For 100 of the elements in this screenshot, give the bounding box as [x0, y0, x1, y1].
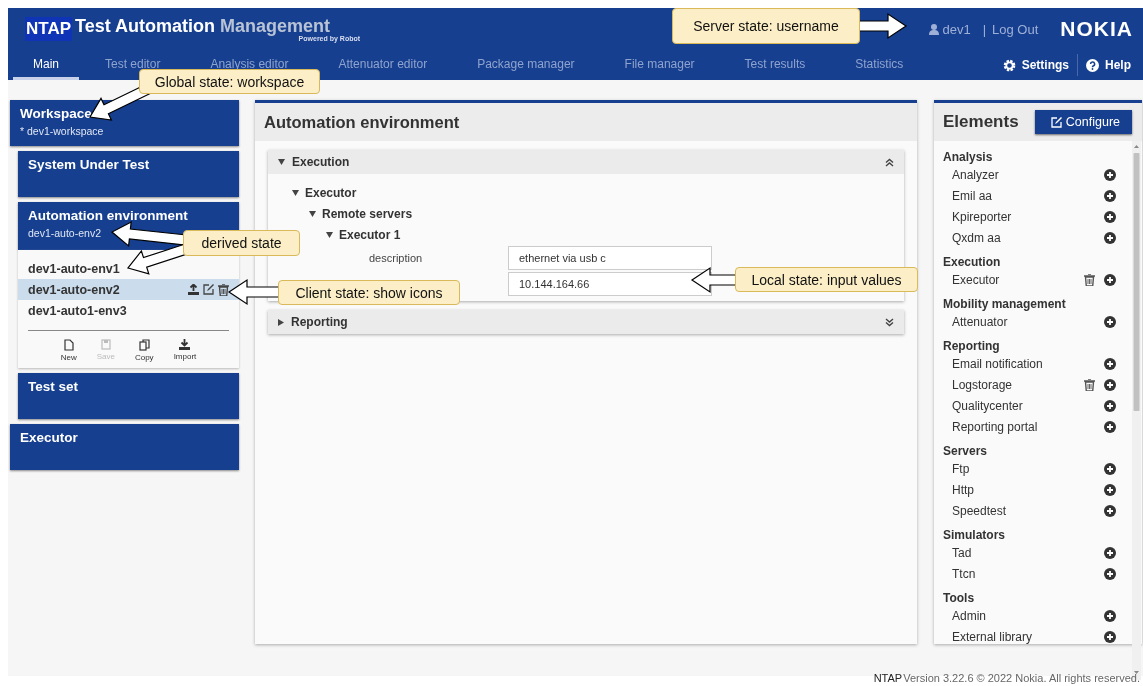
plus-circle-icon — [1104, 315, 1116, 328]
expand-icon — [885, 317, 894, 327]
list-item[interactable]: dev1-auto1-env3 — [18, 300, 239, 321]
arrow-tooltip — [857, 12, 908, 40]
element-item[interactable]: Ttcn — [952, 566, 976, 581]
nav-tab[interactable]: File manager — [598, 50, 719, 80]
field-label: description — [369, 252, 424, 264]
nav-tab[interactable]: Package manager — [451, 50, 599, 80]
tree-node[interactable]: Remote servers — [309, 203, 904, 224]
element-item[interactable]: External library — [952, 629, 1033, 644]
section-header[interactable]: Reporting — [268, 310, 904, 334]
plus-circle-icon — [1104, 378, 1116, 391]
separator: | — [982, 21, 987, 37]
element-item[interactable]: Executor — [952, 272, 1000, 287]
annotation-tooltip: Global state: workspace — [139, 69, 320, 94]
app-title: Test Automation — [75, 16, 215, 37]
element-item[interactable]: Tad — [952, 545, 972, 560]
caret-down-icon — [309, 210, 316, 217]
plus-circle-icon — [1104, 399, 1116, 412]
caret-down-icon — [292, 189, 299, 196]
section-card[interactable]: Executor — [10, 424, 239, 470]
trash-icon — [218, 283, 229, 296]
element-item[interactable]: Logstorage — [952, 377, 1013, 392]
toolbar-button[interactable]: New — [60, 339, 77, 362]
plus-circle-icon — [1104, 462, 1116, 475]
brand-logo: NOKIA — [1060, 17, 1133, 41]
group-heading: Analysis — [943, 150, 993, 164]
plus-circle-icon — [1104, 483, 1116, 496]
logo: NTAP — [25, 17, 72, 41]
section-card[interactable]: Workspace * dev1-workspace — [10, 100, 239, 146]
group-heading: Tools — [943, 591, 975, 605]
plus-circle-icon — [1104, 546, 1116, 559]
plus-circle-icon — [1104, 504, 1116, 517]
group-heading: Mobility management — [943, 297, 1066, 311]
group-heading: Reporting — [943, 339, 1000, 353]
element-item[interactable]: Admin — [952, 608, 986, 623]
plus-circle-icon — [1104, 420, 1116, 433]
plus-circle-icon — [1104, 168, 1116, 181]
list-item[interactable]: dev1-auto-env2 — [18, 279, 239, 300]
arrow-tooltip — [690, 266, 738, 294]
section-card[interactable]: Test set — [18, 373, 239, 419]
download-icon — [179, 339, 191, 350]
configure-button[interactable]: Configure — [1034, 110, 1132, 134]
element-item[interactable]: Kpireporter — [952, 209, 1012, 224]
tree-node[interactable]: Executor 1 — [326, 224, 904, 245]
caret-right-icon — [278, 318, 284, 326]
nav-link[interactable]: Settings — [994, 50, 1077, 80]
annotation-tooltip: Local state: input values — [735, 267, 918, 292]
plus-circle-icon — [1104, 609, 1116, 622]
group-heading: Execution — [943, 255, 1001, 269]
element-item[interactable]: Reporting portal — [952, 419, 1038, 434]
toolbar-button[interactable]: Import — [173, 339, 197, 362]
element-item[interactable]: Qxdm aa — [952, 230, 1001, 245]
footer-text: Version 3.22.6 © 2022 Nokia. All rights reserved. — [903, 672, 1140, 684]
edit-icon — [203, 283, 214, 295]
nav-tab[interactable]: Statistics — [829, 50, 928, 80]
annotation-tooltip: derived state — [183, 230, 300, 256]
caret-down-icon — [278, 159, 285, 165]
input-field[interactable]: ethernet via usb c — [508, 246, 712, 270]
settings-icon — [1002, 58, 1016, 72]
plus-circle-icon — [1104, 273, 1116, 286]
list-item[interactable]: dev1-auto-env1 — [18, 258, 239, 279]
section-card[interactable]: System Under Test — [18, 151, 239, 197]
tree-node[interactable]: Executor — [292, 182, 904, 203]
nav-tab[interactable]: Test results — [718, 50, 830, 80]
toolbar-button[interactable]: Copy — [134, 339, 154, 362]
help-icon — [1086, 58, 1099, 72]
logout-link[interactable]: Log Out — [992, 21, 1039, 37]
nav-link[interactable]: Help — [1077, 54, 1139, 76]
edit-icon — [1050, 116, 1062, 128]
group-heading: Servers — [943, 444, 988, 458]
element-item[interactable]: Ftp — [952, 461, 970, 476]
user-link[interactable]: dev1 — [929, 21, 971, 37]
panel-title: Elements — [943, 112, 1019, 132]
input-field[interactable]: 10.144.164.66 — [508, 272, 712, 296]
footer-brand: NTAP — [873, 672, 903, 684]
upload-icon — [188, 283, 199, 295]
element-item[interactable]: Speedtest — [952, 503, 1007, 518]
element-item[interactable]: Http — [952, 482, 974, 497]
panel-title: Automation environment — [264, 112, 460, 132]
plus-circle-icon — [1104, 189, 1116, 202]
plus-circle-icon — [1104, 567, 1116, 580]
element-item[interactable]: Emil aa — [952, 188, 992, 203]
user-icon — [929, 23, 940, 35]
element-item[interactable]: Email notification — [952, 356, 1043, 371]
element-item[interactable]: Qualitycenter — [952, 398, 1023, 413]
section-header[interactable]: Execution — [268, 150, 904, 174]
annotation-tooltip: Client state: show icons — [278, 280, 460, 305]
plus-circle-icon — [1104, 231, 1116, 244]
element-item[interactable]: Analyzer — [952, 167, 999, 182]
plus-circle-icon — [1104, 357, 1116, 370]
group-heading: Simulators — [943, 528, 1005, 542]
element-item[interactable]: Attenuator — [952, 314, 1008, 329]
file-icon — [63, 339, 74, 351]
caret-down-icon — [326, 231, 333, 238]
plus-circle-icon — [1104, 210, 1116, 223]
floppy-icon — [100, 339, 111, 350]
collapse-icon — [885, 157, 894, 167]
app-title: Management — [220, 16, 331, 36]
annotation-tooltip: Server state: username — [672, 8, 860, 44]
